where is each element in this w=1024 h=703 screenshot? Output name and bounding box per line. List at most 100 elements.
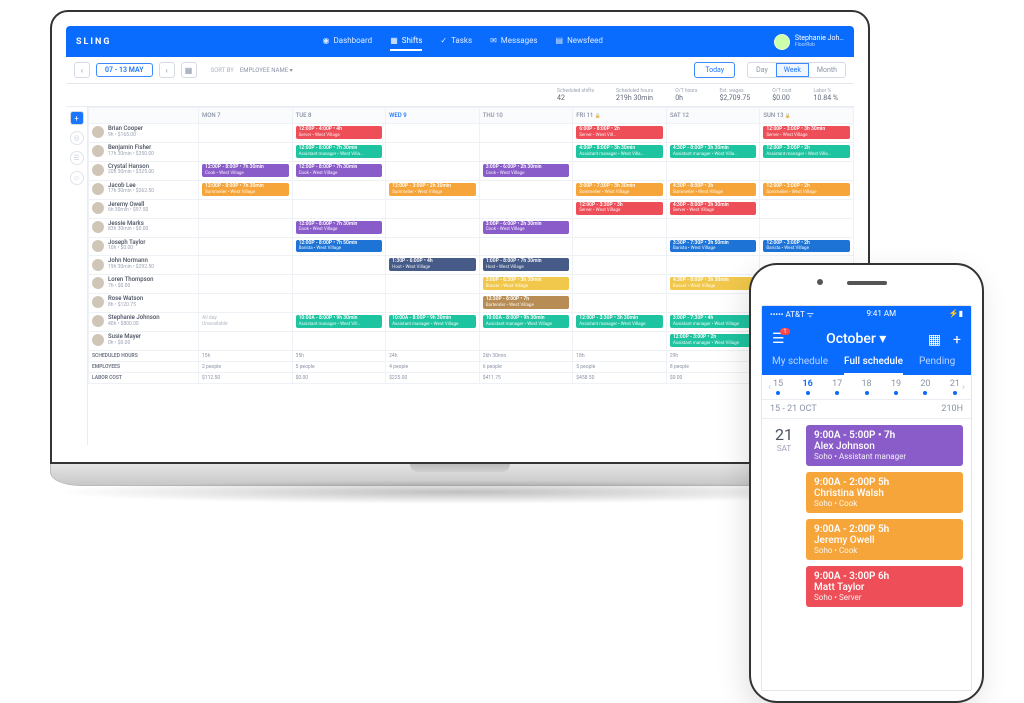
shift-cell[interactable]: 12:00P - 8:00P • 7h 30minAssistant manag… xyxy=(292,142,386,161)
employee-cell[interactable]: Joseph Taylor10h • $0.00 xyxy=(89,237,199,256)
shift-chip[interactable]: 10:00A - 8:00P • 9h 30minAssistant manag… xyxy=(296,315,383,328)
next-week[interactable]: › xyxy=(960,382,967,393)
today-button[interactable]: Today xyxy=(694,62,735,78)
shift-chip[interactable]: 4:30P - 8:00P • 3h 30minServer • West Vi… xyxy=(670,202,757,215)
shift-cell[interactable]: 12:00P - 8:00P • 7h 30minCook • West Vil… xyxy=(199,161,293,180)
shift-chip[interactable]: 3:00P - 6:00P • 2h 30minCook • West Vill… xyxy=(483,164,570,177)
next-week-button[interactable]: › xyxy=(159,62,175,78)
shift-chip[interactable]: 12:00P - 8:00P • 7h 30minCook • West Vil… xyxy=(296,221,383,234)
empty-cell[interactable] xyxy=(199,332,293,351)
shift-cell[interactable]: 12:00P - 3:00P • 2hAssistant manager • W… xyxy=(666,332,760,351)
shift-cell[interactable]: 12:00P - 8:00P • 7h 30minSommelier • Wes… xyxy=(199,180,293,199)
shift-chip[interactable]: 4:30P - 8:00P • 3h 30minAssistant manage… xyxy=(670,145,757,158)
week-day[interactable]: 21 xyxy=(950,379,960,395)
empty-cell[interactable] xyxy=(666,124,760,143)
empty-cell[interactable] xyxy=(386,332,480,351)
empty-cell[interactable] xyxy=(199,237,293,256)
shift-chip[interactable]: 6:00P - 8:00P • 2hServer • West Vill… xyxy=(576,126,663,139)
empty-cell[interactable] xyxy=(199,218,293,237)
empty-cell[interactable] xyxy=(573,275,667,294)
shift-cell[interactable]: 12:00P - 3:00P • 2hBarista • West Villag… xyxy=(760,237,854,256)
day-header[interactable]: THU 10 xyxy=(479,108,573,124)
employee-cell[interactable]: John Normann19h 30min • $292.50 xyxy=(89,256,199,275)
user-menu[interactable]: Stephanie Joh… FloorRob xyxy=(774,34,844,50)
shift-cell[interactable]: 12:00P - 3:30P • 3hServer • West Village xyxy=(573,199,667,218)
shift-chip[interactable]: 12:00P - 3:00P • 2hBarista • West Villag… xyxy=(763,240,850,253)
tab-full-schedule[interactable]: Full schedule xyxy=(844,356,903,375)
phone-shift-chip[interactable]: 9:00A - 5:00P • 7hAlex JohnsonSoho • Ass… xyxy=(806,425,963,466)
week-day[interactable]: 15 xyxy=(773,379,783,395)
shift-cell[interactable]: 12:00P - 3:00P • 3h 30minServer • West V… xyxy=(760,124,854,143)
shift-chip[interactable]: 1:30P - 6:00P • 4hHost • West Village xyxy=(389,258,476,271)
shift-chip[interactable]: 4:00P - 8:00P • 3h 30minAssistant manage… xyxy=(576,145,663,158)
empty-cell[interactable] xyxy=(760,161,854,180)
employee-cell[interactable]: Benjamin Fisher17h 30min • $350.00 xyxy=(89,142,199,161)
day-header[interactable]: WED 9 xyxy=(386,108,480,124)
employee-cell[interactable]: Brian Cooper9h • $165.00 xyxy=(89,124,199,143)
position-filter-icon[interactable]: ☰ xyxy=(70,151,84,165)
empty-cell[interactable] xyxy=(386,161,480,180)
shift-cell[interactable]: 12:00P - 3:00P • 2h 30minSommelier • Wes… xyxy=(386,180,480,199)
shift-chip[interactable]: 12:30P - 8:00P • 7hBartender • West Vill… xyxy=(483,296,570,309)
empty-cell[interactable] xyxy=(199,142,293,161)
shift-chip[interactable]: 12:00P - 8:00P • 7h 30minCook • West Vil… xyxy=(296,164,383,177)
view-month[interactable]: Month xyxy=(809,63,845,77)
shift-cell[interactable]: 12:00P - 8:00P • 7h 30minCook • West Vil… xyxy=(292,161,386,180)
shift-chip[interactable]: 12:00P - 3:00P • 2hAssistant manager • W… xyxy=(670,334,757,347)
week-day[interactable]: 16 xyxy=(802,379,812,395)
shift-chip[interactable]: 3:00P - 7:30P • 4hAssistant manager • We… xyxy=(670,315,757,328)
shift-chip[interactable]: 1:00P - 8:00P • 7h 30minHost • West Vill… xyxy=(483,258,570,271)
empty-cell[interactable] xyxy=(386,142,480,161)
empty-cell[interactable] xyxy=(199,275,293,294)
shift-cell[interactable]: 10:00A - 8:00P • 9h 30minAssistant manag… xyxy=(292,313,386,332)
empty-cell[interactable] xyxy=(760,199,854,218)
employee-cell[interactable]: Rose Watson8h • $120.75 xyxy=(89,294,199,313)
nav-dashboard[interactable]: ◉Dashboard xyxy=(323,32,373,51)
empty-cell[interactable] xyxy=(666,218,760,237)
shift-cell[interactable]: 3:00P - 7:30P • 4hAssistant manager • We… xyxy=(666,313,760,332)
shift-cell[interactable]: 3:00P - 6:30P • 3h 30minBusser • West Vi… xyxy=(479,275,573,294)
employee-cell[interactable]: Jeremy Owell6h 30min • $97.50 xyxy=(89,199,199,218)
shift-cell[interactable]: 3:00P - 6:00P • 2h 30minCook • West Vill… xyxy=(479,161,573,180)
shift-chip[interactable]: 12:00P - 3:00P • 2h 30minSommelier • Wes… xyxy=(389,183,476,196)
employee-cell[interactable]: Susie Mayer0h • $0.00 xyxy=(89,332,199,351)
shift-cell[interactable]: 4:30P - 8:00P • 3h 30minAssistant manage… xyxy=(666,142,760,161)
shift-cell[interactable]: 3:00P - 6:00P • 2h 30minCook • West Vill… xyxy=(479,218,573,237)
empty-cell[interactable] xyxy=(479,332,573,351)
calendar-icon[interactable]: ▦ xyxy=(928,332,941,348)
shift-chip[interactable]: 12:00P - 8:00P • 7h 30minAssistant manag… xyxy=(296,145,383,158)
shift-chip[interactable]: 3:30P - 7:30P • 3h 50minBarista • West V… xyxy=(670,240,757,253)
phone-shift-chip[interactable]: 9:00A - 2:00P 5hChristina WalshSoho • Co… xyxy=(806,472,963,513)
empty-cell[interactable] xyxy=(199,199,293,218)
date-range[interactable]: 07 - 13 MAY xyxy=(96,63,153,77)
add-button[interactable]: + xyxy=(953,332,961,348)
shift-cell[interactable]: 12:30P - 8:00P • 7hBartender • West Vill… xyxy=(479,294,573,313)
shift-chip[interactable]: 12:00P - 8:00P • 7h 30minSommelier • Wes… xyxy=(202,183,289,196)
shift-chip[interactable]: 12:00P - 3:00P • 2hAssistant manager • W… xyxy=(763,145,850,158)
empty-cell[interactable] xyxy=(386,199,480,218)
empty-cell[interactable] xyxy=(573,218,667,237)
empty-cell[interactable] xyxy=(666,161,760,180)
day-header[interactable]: FRI 11 xyxy=(573,108,667,124)
shift-chip[interactable]: 12:00P - 3:00P • 3h 30minServer • West V… xyxy=(763,126,850,139)
empty-cell[interactable] xyxy=(573,256,667,275)
employee-filter-icon[interactable]: ☺ xyxy=(70,171,84,185)
shift-chip[interactable]: 4:30P - 8:00P • 3h 30minBusser • West Vi… xyxy=(670,277,757,290)
add-shift-button[interactable]: + xyxy=(70,111,84,125)
phone-day-list[interactable]: 21 SAT 9:00A - 5:00P • 7hAlex JohnsonSoh… xyxy=(762,419,971,690)
empty-cell[interactable] xyxy=(666,294,760,313)
empty-cell[interactable] xyxy=(573,294,667,313)
empty-cell[interactable] xyxy=(386,237,480,256)
shift-cell[interactable]: 4:30P - 8:00P • 3h 30minServer • West Vi… xyxy=(666,199,760,218)
empty-cell[interactable] xyxy=(573,332,667,351)
nav-newsfeed[interactable]: ▤Newsfeed xyxy=(556,32,603,51)
day-header[interactable]: SUN 13 xyxy=(760,108,854,124)
day-header[interactable]: TUE 8 xyxy=(292,108,386,124)
empty-cell[interactable] xyxy=(573,161,667,180)
shift-cell[interactable]: 4:30P - 8:00P • 3h 30minBusser • West Vi… xyxy=(666,275,760,294)
shift-cell[interactable]: 10:00A - 8:00P • 9h 30minAssistant manag… xyxy=(386,313,480,332)
week-day[interactable]: 19 xyxy=(891,379,901,395)
shift-chip[interactable]: 12:00P - 8:00P • 7h 50minBarista • West … xyxy=(296,240,383,253)
empty-cell[interactable] xyxy=(479,142,573,161)
nav-tasks[interactable]: ✓Tasks xyxy=(440,32,472,51)
